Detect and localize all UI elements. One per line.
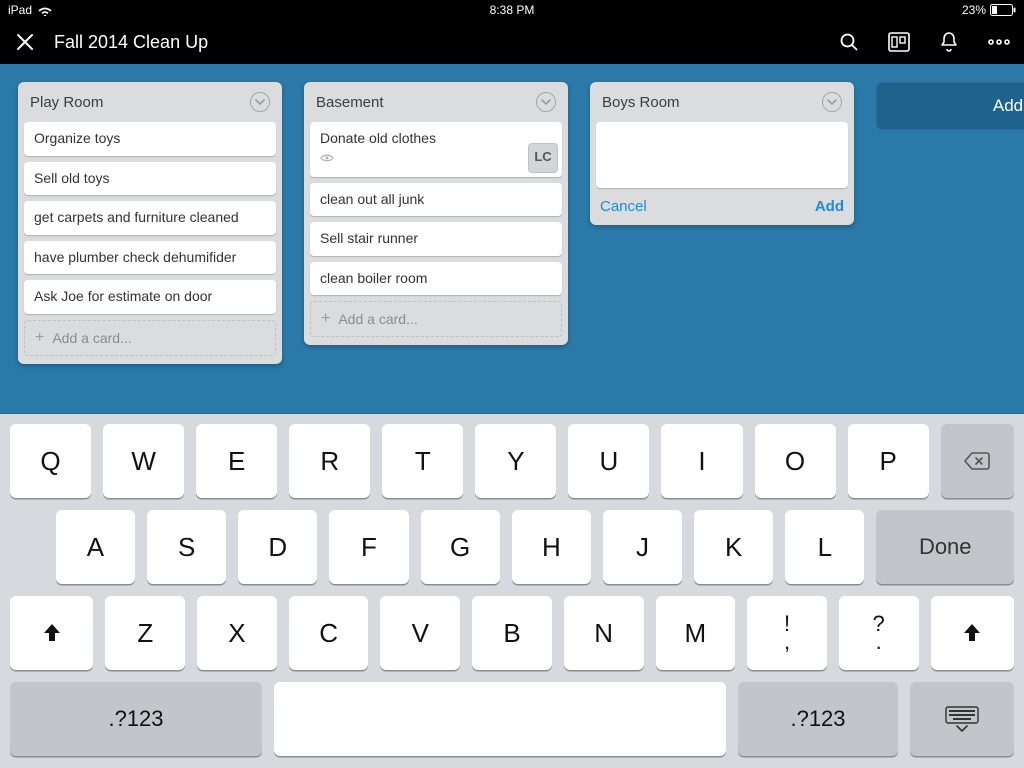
key-t[interactable]: T: [382, 424, 463, 498]
card[interactable]: Organize toys: [24, 122, 276, 156]
key-q[interactable]: Q: [10, 424, 91, 498]
card-text: have plumber check dehumifider: [34, 249, 236, 265]
list-menu-icon[interactable]: [250, 92, 270, 112]
list-title[interactable]: Play Room: [30, 94, 103, 111]
key-v[interactable]: V: [380, 596, 460, 670]
card-text: Donate old clothes: [320, 130, 436, 146]
card-text: get carpets and furniture cleaned: [34, 209, 239, 225]
list-title[interactable]: Boys Room: [602, 94, 680, 111]
list-play-room[interactable]: Play Room Organize toys Sell old toys ge…: [18, 82, 282, 364]
card[interactable]: clean out all junk: [310, 183, 562, 217]
add-button[interactable]: Add: [815, 198, 844, 215]
key-punct-bot: .: [876, 631, 882, 653]
list-basement[interactable]: Basement Donate old clothes LC clean out…: [304, 82, 568, 345]
key-backspace[interactable]: [941, 424, 1014, 498]
key-y[interactable]: Y: [475, 424, 556, 498]
add-card-button[interactable]: + Add a card...: [310, 301, 562, 337]
key-n[interactable]: N: [564, 596, 644, 670]
key-dismiss-keyboard[interactable]: [910, 682, 1014, 756]
card[interactable]: get carpets and furniture cleaned: [24, 201, 276, 235]
board-title: Fall 2014 Clean Up: [54, 32, 208, 53]
key-space[interactable]: [274, 682, 726, 756]
key-numbers-left[interactable]: .?123: [10, 682, 262, 756]
key-d[interactable]: D: [238, 510, 317, 584]
plus-icon: +: [321, 310, 330, 328]
key-s[interactable]: S: [147, 510, 226, 584]
battery-percent: 23%: [962, 3, 986, 17]
card-text: clean boiler room: [320, 270, 427, 286]
device-label: iPad: [8, 3, 32, 17]
key-m[interactable]: M: [656, 596, 736, 670]
add-list-button[interactable]: Add: [876, 82, 1024, 130]
battery-icon: [990, 4, 1016, 16]
key-z[interactable]: Z: [105, 596, 185, 670]
eye-icon: [320, 152, 522, 167]
clock-label: 8:38 PM: [490, 3, 535, 17]
add-card-label: Add a card...: [52, 330, 131, 346]
add-list-label: Add: [993, 96, 1023, 116]
list-boys-room[interactable]: Boys Room Cancel Add: [590, 82, 854, 225]
key-shift-left[interactable]: [10, 596, 93, 670]
key-x[interactable]: X: [197, 596, 277, 670]
key-a[interactable]: A: [56, 510, 135, 584]
add-card-label: Add a card...: [338, 311, 417, 327]
key-question-period[interactable]: ? .: [839, 596, 919, 670]
key-c[interactable]: C: [289, 596, 369, 670]
key-l[interactable]: L: [785, 510, 864, 584]
key-b[interactable]: B: [472, 596, 552, 670]
key-shift-right[interactable]: [931, 596, 1014, 670]
card-text: Sell stair runner: [320, 230, 418, 246]
ios-keyboard: Q W E R T Y U I O P A S D F G H J K L Do…: [0, 414, 1024, 768]
boards-icon[interactable]: [888, 31, 910, 53]
card[interactable]: Donate old clothes LC: [310, 122, 562, 177]
key-punct-bot: ,: [784, 631, 790, 653]
key-u[interactable]: U: [568, 424, 649, 498]
keyboard-row-4: .?123 .?123: [0, 682, 1024, 768]
list-menu-icon[interactable]: [822, 92, 842, 112]
card[interactable]: Sell stair runner: [310, 222, 562, 256]
add-card-button[interactable]: + Add a card...: [24, 320, 276, 356]
key-k[interactable]: K: [694, 510, 773, 584]
wifi-icon: [38, 5, 52, 16]
card[interactable]: Sell old toys: [24, 162, 276, 196]
card-text: Sell old toys: [34, 170, 109, 186]
keyboard-row-1: Q W E R T Y U I O P: [0, 424, 1024, 510]
ios-status-bar: iPad 8:38 PM 23%: [0, 0, 1024, 20]
list-menu-icon[interactable]: [536, 92, 556, 112]
key-p[interactable]: P: [848, 424, 929, 498]
card[interactable]: clean boiler room: [310, 262, 562, 296]
key-g[interactable]: G: [421, 510, 500, 584]
app-header: Fall 2014 Clean Up: [0, 20, 1024, 64]
key-i[interactable]: I: [661, 424, 742, 498]
more-icon[interactable]: [988, 31, 1010, 53]
key-exclaim-comma[interactable]: ! ,: [747, 596, 827, 670]
card[interactable]: Ask Joe for estimate on door: [24, 280, 276, 314]
card-text: Organize toys: [34, 130, 120, 146]
search-icon[interactable]: [838, 31, 860, 53]
keyboard-row-3: Z X C V B N M ! , ? .: [0, 596, 1024, 682]
key-e[interactable]: E: [196, 424, 277, 498]
member-badge[interactable]: LC: [528, 143, 558, 173]
compose-card-input[interactable]: [596, 122, 848, 188]
list-title[interactable]: Basement: [316, 94, 384, 111]
close-icon[interactable]: [14, 31, 36, 53]
notifications-icon[interactable]: [938, 31, 960, 53]
key-f[interactable]: F: [329, 510, 408, 584]
keyboard-row-2: A S D F G H J K L Done: [0, 510, 1024, 596]
card-text: clean out all junk: [320, 191, 424, 207]
key-w[interactable]: W: [103, 424, 184, 498]
card[interactable]: have plumber check dehumifider: [24, 241, 276, 275]
key-r[interactable]: R: [289, 424, 370, 498]
card-text: Ask Joe for estimate on door: [34, 288, 212, 304]
key-o[interactable]: O: [755, 424, 836, 498]
key-done[interactable]: Done: [876, 510, 1014, 584]
cancel-button[interactable]: Cancel: [600, 198, 647, 215]
key-numbers-right[interactable]: .?123: [738, 682, 898, 756]
key-h[interactable]: H: [512, 510, 591, 584]
plus-icon: +: [35, 329, 44, 347]
key-j[interactable]: J: [603, 510, 682, 584]
